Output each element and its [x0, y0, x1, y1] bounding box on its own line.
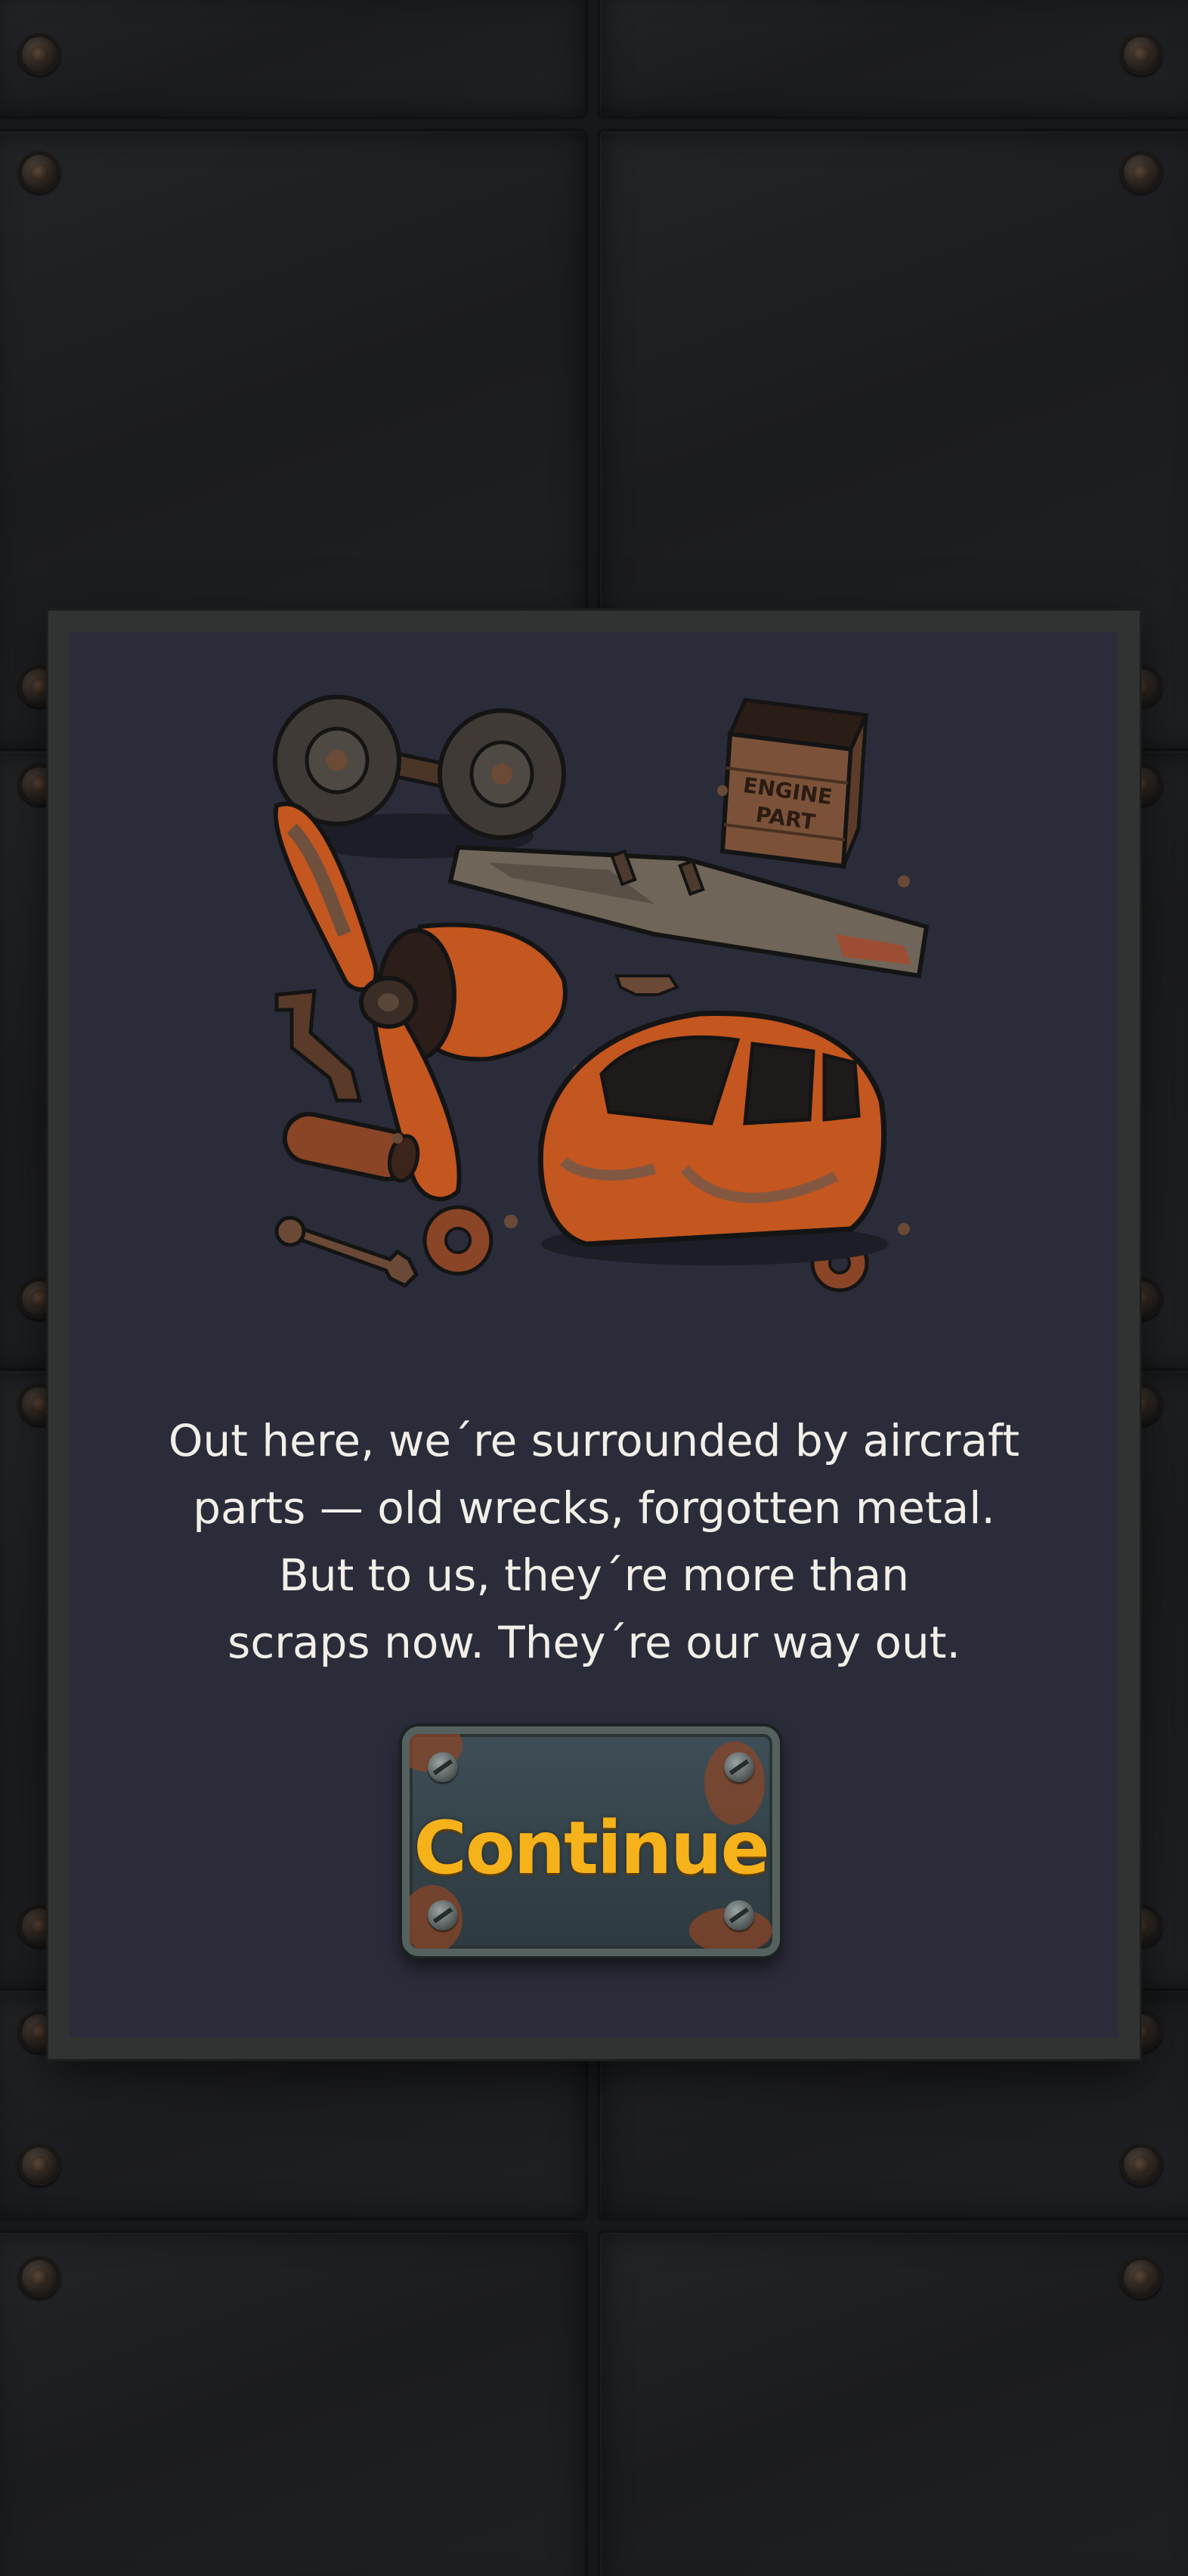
rivet: [1120, 2256, 1162, 2299]
metal-plate: [0, 2230, 588, 2576]
metal-plate: [0, 0, 588, 119]
rivet: [18, 33, 60, 76]
rivet: [1120, 33, 1162, 76]
rivet: [1120, 151, 1162, 194]
story-line: Out here, we´re surrounded by aircraft: [168, 1415, 1020, 1466]
screw-icon: [724, 1752, 754, 1782]
story-line: But to us, they´re more than: [279, 1550, 909, 1601]
rivet: [18, 2144, 60, 2186]
screw-icon: [428, 1752, 458, 1782]
screw-icon: [428, 1900, 458, 1930]
gear-icon: [422, 1205, 493, 1276]
rivet: [1120, 2144, 1162, 2186]
cockpit-fuselage-icon: [537, 1010, 889, 1265]
rivet: [18, 151, 60, 194]
aircraft-parts-illustration: ENGINE PART: [273, 695, 930, 1293]
game-screen: ENGINE PART Out here, we´re surrounded b…: [0, 0, 1188, 2576]
continue-label: Continue: [413, 1806, 769, 1890]
story-line: parts — old wrecks, forgotten metal.: [193, 1482, 995, 1534]
continue-button[interactable]: Continue: [402, 1726, 780, 1956]
story-line: scraps now. They´re our way out.: [227, 1617, 961, 1668]
crate-icon: ENGINE PART: [719, 698, 869, 869]
wrench-icon: [274, 1215, 419, 1289]
story-panel: ENGINE PART Out here, we´re surrounded b…: [48, 611, 1140, 2059]
rivet: [18, 2256, 60, 2299]
screw-icon: [724, 1900, 754, 1930]
metal-plate: [597, 2230, 1188, 2576]
story-text: Out here, we´re surrounded by aircraft p…: [130, 1407, 1058, 1677]
metal-plate: [597, 0, 1188, 119]
